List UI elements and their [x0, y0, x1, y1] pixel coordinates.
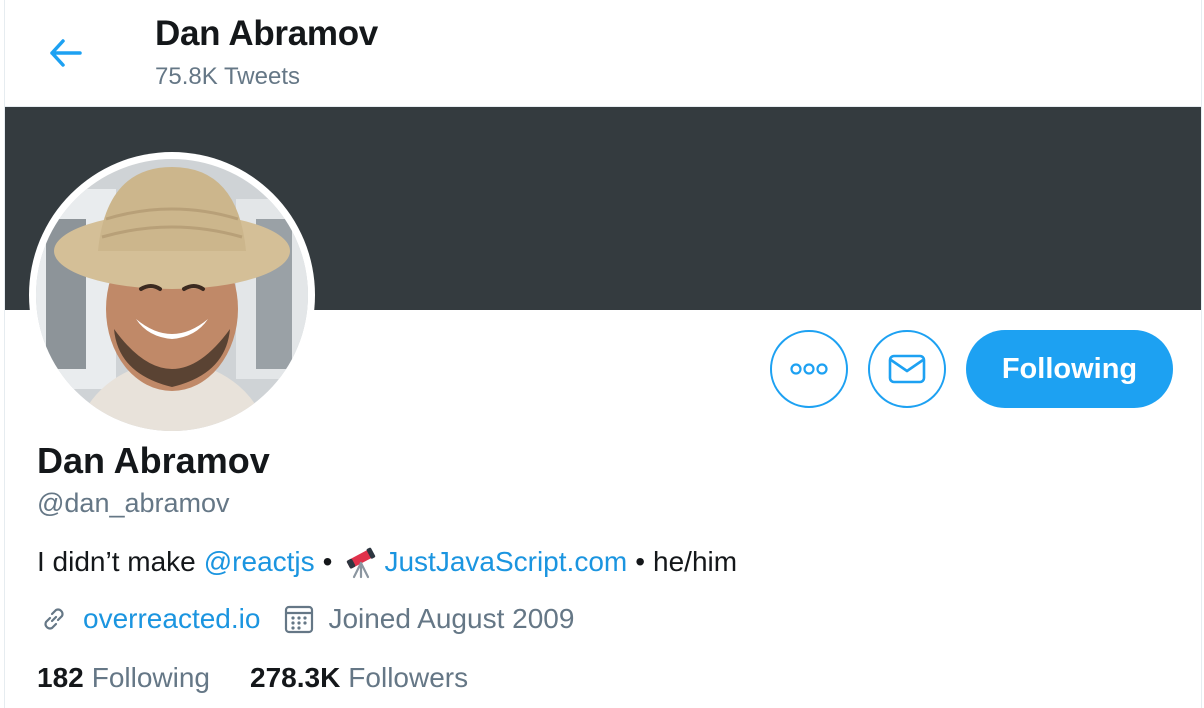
- following-label: Following: [91, 662, 210, 693]
- more-options-button[interactable]: [770, 330, 848, 408]
- bio-website-link[interactable]: JustJavaScript.com: [384, 546, 627, 578]
- website-link[interactable]: overreacted.io: [83, 603, 260, 635]
- followers-count: 278.3K: [250, 662, 341, 693]
- followers-label: Followers: [348, 662, 469, 693]
- message-button[interactable]: [868, 330, 946, 408]
- following-count: 182: [37, 662, 84, 693]
- bio-pronouns: he/him: [653, 546, 738, 577]
- profile-handle: @dan_abramov: [37, 488, 230, 518]
- avatar-image: [36, 159, 308, 431]
- joined-date: Joined August 2009: [328, 603, 575, 634]
- link-icon: [37, 602, 71, 636]
- back-button[interactable]: [41, 28, 91, 78]
- profile-header: Dan Abramov 75.8K Tweets: [5, 0, 1201, 107]
- more-dots-icon: [790, 363, 828, 375]
- following-button[interactable]: Following: [966, 330, 1173, 408]
- bio-mention-link[interactable]: @reactjs: [204, 546, 315, 578]
- profile-stats: 182 Following 278.3K Followers: [37, 662, 508, 694]
- envelope-icon: [888, 354, 926, 384]
- followers-count-link[interactable]: 278.3K Followers: [250, 662, 468, 694]
- tweet-count: 75.8K Tweets: [155, 63, 300, 90]
- telescope-icon: [347, 547, 376, 579]
- profile-bio: I didn’t make @reactjs • JustJavaScript.…: [37, 545, 737, 579]
- header-title: Dan Abramov: [155, 14, 378, 53]
- profile-page: Dan Abramov 75.8K Tweets Following Dan A…: [4, 0, 1202, 708]
- bio-separator: •: [322, 546, 333, 577]
- back-arrow-icon: [50, 39, 82, 67]
- calendar-icon: [282, 602, 316, 636]
- following-count-link[interactable]: 182 Following: [37, 662, 210, 694]
- avatar[interactable]: [29, 152, 315, 438]
- profile-meta: overreacted.io Joined August 2009: [37, 602, 574, 636]
- bio-separator: •: [635, 546, 646, 577]
- profile-name: Dan Abramov: [37, 440, 270, 481]
- bio-text: I didn’t make: [37, 546, 196, 577]
